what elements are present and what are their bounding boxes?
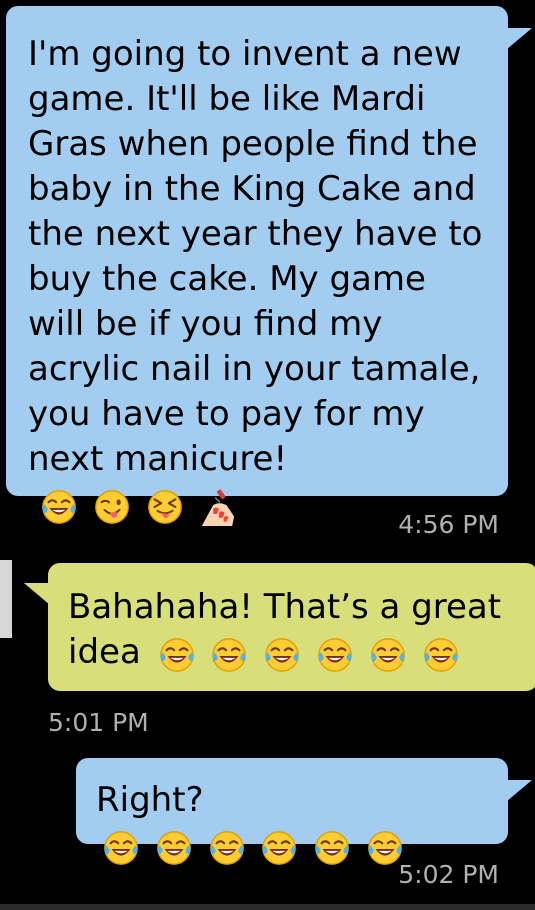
winking-face-with-tongue-icon [93, 488, 131, 526]
face-with-tears-of-joy-icon [102, 829, 140, 867]
emoji-row [158, 631, 464, 676]
face-with-tears-of-joy-icon [260, 829, 298, 867]
face-with-tears-of-joy-icon [155, 829, 193, 867]
face-with-tears-of-joy-icon [158, 636, 196, 674]
message-bubble-sent[interactable]: I'm going to invent a new game. It'll be… [6, 6, 508, 496]
nail-polish-icon [198, 488, 236, 526]
face-with-tears-of-joy-icon [263, 636, 301, 674]
message-timestamp: 5:02 PM [398, 860, 499, 889]
bubble-tail [506, 780, 532, 802]
face-with-tears-of-joy-icon [208, 829, 246, 867]
face-with-tears-of-joy-icon [369, 636, 407, 674]
emoji-row [40, 483, 240, 528]
message-timestamp: 5:01 PM [48, 708, 149, 737]
face-with-tears-of-joy-icon [422, 636, 460, 674]
face-with-tears-of-joy-icon [313, 829, 351, 867]
message-bubble-received[interactable]: Bahahaha! That’s a great idea [48, 563, 535, 691]
message-text: Right? [96, 780, 204, 820]
message-text: I'm going to invent a new game. It'll be… [28, 34, 483, 479]
message-timestamp: 4:56 PM [398, 510, 499, 539]
face-with-tears-of-joy-icon [210, 636, 248, 674]
emoji-row [102, 824, 408, 869]
face-with-tears-of-joy-icon [40, 488, 78, 526]
squinting-face-with-tongue-icon [146, 488, 184, 526]
bottom-divider [0, 904, 535, 910]
avatar[interactable] [0, 560, 12, 638]
face-with-tears-of-joy-icon [316, 636, 354, 674]
bubble-tail [506, 28, 532, 50]
bubble-tail [24, 583, 50, 605]
message-bubble-sent[interactable]: Right? [76, 758, 508, 844]
